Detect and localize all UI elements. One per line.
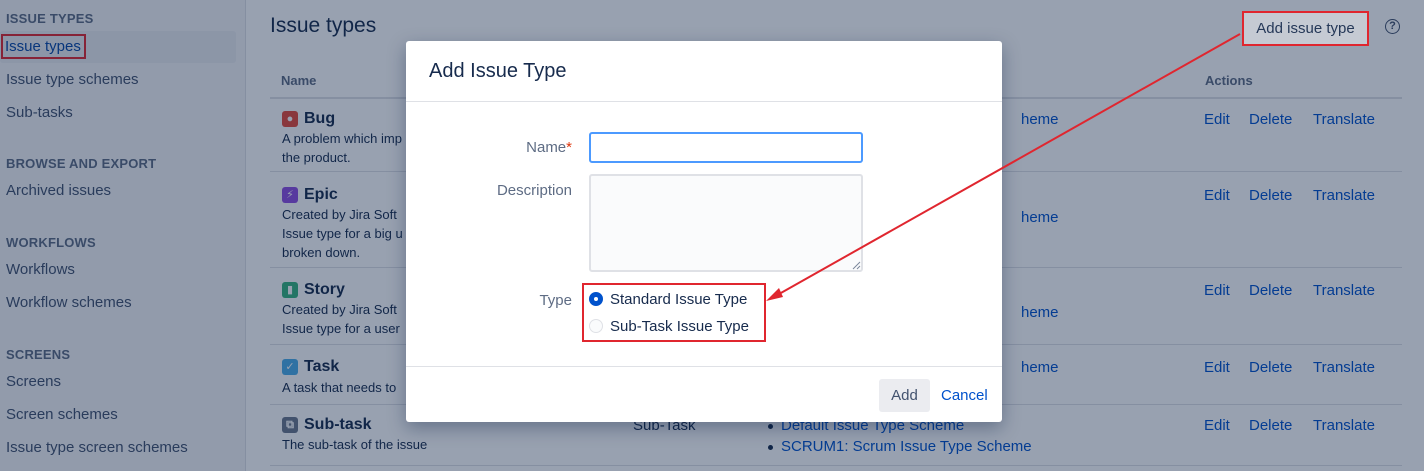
resize-grip-icon[interactable] xyxy=(852,261,861,270)
description-textarea[interactable] xyxy=(589,174,863,272)
add-issue-type-dialog: Add Issue Type Name* Description Type St… xyxy=(406,41,1002,422)
subtask-issue-type-label[interactable]: Sub-Task Issue Type xyxy=(610,318,749,335)
description-field-label: Description xyxy=(496,182,572,199)
name-field-label: Name* xyxy=(406,139,572,156)
dialog-header-divider xyxy=(406,101,1002,102)
dialog-footer-divider xyxy=(406,366,1002,367)
standard-issue-type-label[interactable]: Standard Issue Type xyxy=(610,291,747,308)
name-input[interactable] xyxy=(589,132,863,163)
cancel-link[interactable]: Cancel xyxy=(941,387,988,404)
type-field-label: Type xyxy=(539,292,572,309)
standard-issue-type-radio[interactable] xyxy=(589,292,603,306)
required-marker: * xyxy=(566,139,572,156)
add-button[interactable]: Add xyxy=(879,379,930,412)
add-issue-type-button-highlight[interactable]: Add issue type xyxy=(1242,11,1369,46)
name-label-text: Name xyxy=(526,139,567,156)
subtask-issue-type-radio[interactable] xyxy=(589,319,603,333)
dialog-title: Add Issue Type xyxy=(429,60,567,82)
